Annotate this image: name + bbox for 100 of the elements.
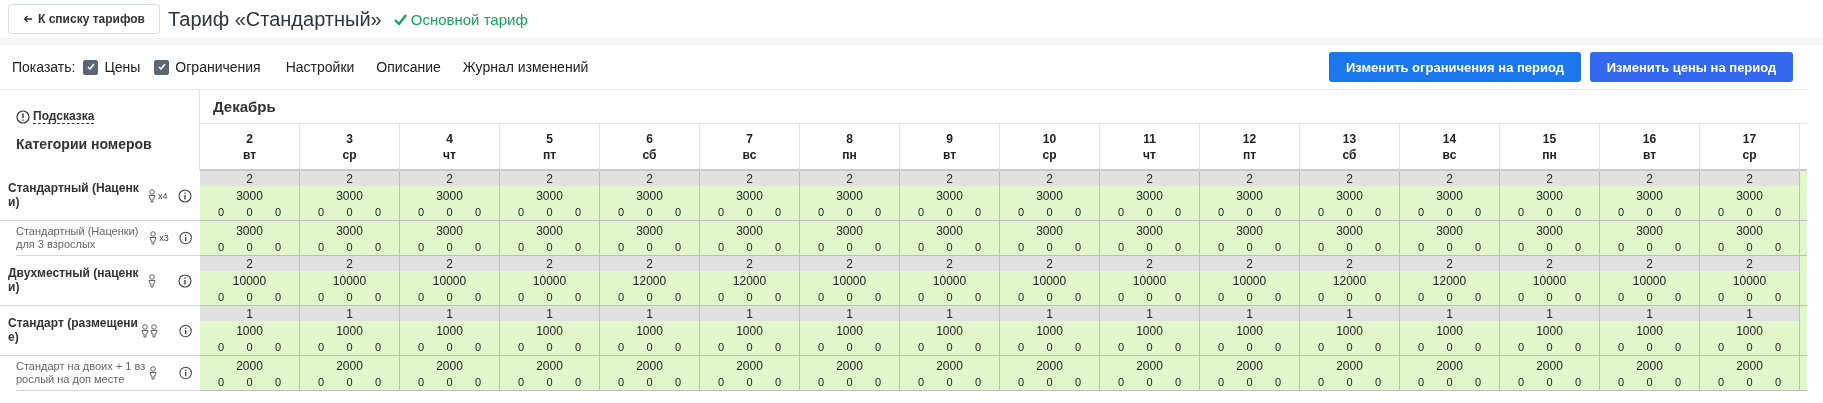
rate-cell[interactable]: 2 3000 0 0 0: [500, 171, 600, 221]
rate-cell[interactable]: 2 12000 0 0 0: [1400, 256, 1500, 306]
rate-cell[interactable]: 3000 0 0 0: [200, 221, 300, 256]
nav-link[interactable]: Описание: [376, 59, 441, 75]
info-icon[interactable]: [178, 323, 192, 338]
rate-cell[interactable]: 3000 0 0 0: [500, 221, 600, 256]
rate-cell[interactable]: 2 3000 0 0 0: [700, 171, 800, 221]
rate-cell[interactable]: 2000 0 0 0: [400, 356, 500, 391]
rate-cell[interactable]: 2 3000 0 0 0: [300, 171, 400, 221]
rate-cell[interactable]: 2000 0 0 0: [1600, 356, 1700, 391]
rate-cell[interactable]: 2 3000 0 0 0: [1400, 171, 1500, 221]
rate-cell[interactable]: 2 12000 0 0 0: [700, 256, 800, 306]
rate-cell[interactable]: 2 3000 0 0 0: [900, 171, 1000, 221]
nav-link[interactable]: Журнал изменений: [462, 59, 589, 75]
rate-cell[interactable]: 3000 0 0 0: [1700, 221, 1800, 256]
rate-cell[interactable]: 3000 0 0 0: [1300, 221, 1400, 256]
rate-cell[interactable]: 2000 0 0 0: [1300, 356, 1400, 391]
rate-cell[interactable]: 2 12000 0 0 0: [1300, 256, 1400, 306]
info-icon[interactable]: [178, 188, 192, 203]
rate-cell[interactable]: 3000 0 0 0: [400, 221, 500, 256]
rate-cell[interactable]: 2000 0 0 0: [1700, 356, 1800, 391]
rate-cell[interactable]: 1 1000 0 0 0: [300, 306, 400, 356]
rate-cell[interactable]: 2 10000 0 0 0: [900, 256, 1000, 306]
rate-cell[interactable]: 1 1000 0 0 0: [1000, 306, 1100, 356]
rate-cell[interactable]: 2 3000 0 0 0: [400, 171, 500, 221]
rate-cell[interactable]: 2000 0 0 0: [1000, 356, 1100, 391]
rate-cell[interactable]: 1 1000 0 0 0: [900, 306, 1000, 356]
rate-cell[interactable]: 1 1000 0 0 0: [400, 306, 500, 356]
nav-link[interactable]: Настройки: [285, 59, 355, 75]
rate-cell[interactable]: 2 3000 0 0 0: [200, 171, 300, 221]
rate-cell[interactable]: 3000 0 0 0: [700, 221, 800, 256]
rate-cell[interactable]: 3000 0 0 0: [1600, 221, 1700, 256]
rate-cell[interactable]: 2 3000 0 0 0: [1500, 171, 1600, 221]
rate-cell[interactable]: 3000 0 0 0: [1500, 221, 1600, 256]
extra-value: 0: [1345, 375, 1354, 390]
rate-cell[interactable]: 2000 0 0 0: [900, 356, 1000, 391]
rate-cell[interactable]: 1 1000 0 0 0: [1400, 306, 1500, 356]
info-icon[interactable]: [178, 231, 192, 245]
rate-cell[interactable]: 3000 0 0 0: [1100, 221, 1200, 256]
extra-value: 0: [1045, 205, 1054, 220]
rate-cell[interactable]: 2 10000 0 0 0: [1200, 256, 1300, 306]
period-button[interactable]: Изменить ограничения на период: [1329, 52, 1581, 82]
rate-cell[interactable]: 1 1000 0 0 0: [500, 306, 600, 356]
availability-count: 2: [1500, 256, 1599, 271]
rate-cell[interactable]: 1 1000 0 0 0: [600, 306, 700, 356]
hint-link[interactable]: Подсказка: [33, 109, 95, 124]
rate-cell[interactable]: 2000 0 0 0: [1100, 356, 1200, 391]
checkbox[interactable]: [154, 59, 170, 75]
rate-cell[interactable]: 3000 0 0 0: [900, 221, 1000, 256]
rate-cell[interactable]: 2000 0 0 0: [200, 356, 300, 391]
rate-cell[interactable]: 2000 0 0 0: [1400, 356, 1500, 391]
rate-cell[interactable]: 2000 0 0 0: [600, 356, 700, 391]
rate-cell[interactable]: 2 3000 0 0 0: [800, 171, 900, 221]
rate-cell[interactable]: 2000 0 0 0: [700, 356, 800, 391]
rate-cell[interactable]: 2 10000 0 0 0: [1700, 256, 1800, 306]
rate-cell[interactable]: 2 3000 0 0 0: [1100, 171, 1200, 221]
rate-cell[interactable]: 2000 0 0 0: [300, 356, 400, 391]
rate-cell[interactable]: 2 3000 0 0 0: [1700, 171, 1800, 221]
rate-cell[interactable]: 1 1000 0 0 0: [700, 306, 800, 356]
rate-cell[interactable]: 1 1000 0 0 0: [1100, 306, 1200, 356]
rate-cell[interactable]: 2000 0 0 0: [800, 356, 900, 391]
rate-cell[interactable]: 3000 0 0 0: [800, 221, 900, 256]
rate-cell[interactable]: 3000 0 0 0: [1400, 221, 1500, 256]
rate-cell[interactable]: 2 10000 0 0 0: [1000, 256, 1100, 306]
rate-cell[interactable]: 1 1000 0 0 0: [1300, 306, 1400, 356]
rate-cell[interactable]: 2 3000 0 0 0: [1200, 171, 1300, 221]
rate-cell[interactable]: 2 3000 0 0 0: [1300, 171, 1400, 221]
rate-cell[interactable]: 2 12000 0 0 0: [600, 256, 700, 306]
rate-cell[interactable]: 2 10000 0 0 0: [400, 256, 500, 306]
info-icon[interactable]: [178, 366, 192, 380]
extra-value: 0: [216, 340, 226, 355]
rate-cell[interactable]: 1 1000 0 0 0: [1500, 306, 1600, 356]
rate-cell[interactable]: 2000 0 0 0: [1500, 356, 1600, 391]
rate-cell[interactable]: 2 10000 0 0 0: [300, 256, 400, 306]
rate-cell[interactable]: 3000 0 0 0: [1000, 221, 1100, 256]
rate-cell[interactable]: 3000 0 0 0: [300, 221, 400, 256]
rate-cell[interactable]: 2 10000 0 0 0: [800, 256, 900, 306]
checkbox[interactable]: [83, 59, 99, 75]
rate-cell[interactable]: 2 3000 0 0 0: [1000, 171, 1100, 221]
rate-cell[interactable]: 2 10000 0 0 0: [1600, 256, 1700, 306]
period-button[interactable]: Изменить цены на период: [1590, 52, 1793, 82]
rate-cell[interactable]: 2000 0 0 0: [1200, 356, 1300, 391]
rate-cell[interactable]: 1 1000 0 0 0: [1600, 306, 1700, 356]
rate-cell[interactable]: 1 1000 0 0 0: [800, 306, 900, 356]
rate-cell[interactable]: 1 1000 0 0 0: [200, 306, 300, 356]
rate-cell[interactable]: 2 3000 0 0 0: [1600, 171, 1700, 221]
rate-cell[interactable]: 2 10000 0 0 0: [200, 256, 300, 306]
rate-cell[interactable]: 3000 0 0 0: [1200, 221, 1300, 256]
back-button[interactable]: К списку тарифов: [8, 4, 160, 34]
rate-cell[interactable]: 2 3000 0 0 0: [600, 171, 700, 221]
rate-cell[interactable]: 1 1000 0 0 0: [1700, 306, 1800, 356]
guest-count: x4: [158, 190, 169, 201]
rate-cell[interactable]: 1 1000 0 0 0: [1200, 306, 1300, 356]
extra-value: 0: [416, 205, 426, 220]
rate-cell[interactable]: 2000 0 0 0: [500, 356, 600, 391]
rate-cell[interactable]: 2 10000 0 0 0: [1500, 256, 1600, 306]
rate-cell[interactable]: 2 10000 0 0 0: [500, 256, 600, 306]
rate-cell[interactable]: 3000 0 0 0: [600, 221, 700, 256]
info-icon[interactable]: [178, 273, 192, 288]
rate-cell[interactable]: 2 10000 0 0 0: [1100, 256, 1200, 306]
